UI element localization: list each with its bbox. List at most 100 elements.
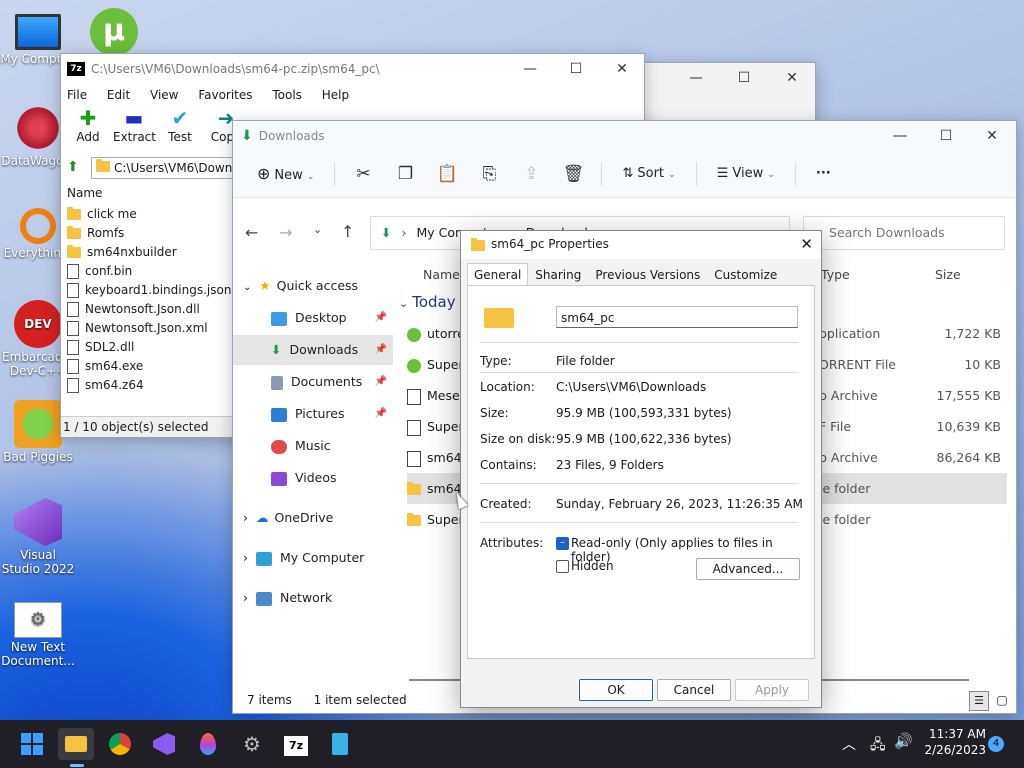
list-item[interactable]: Romfs <box>61 224 233 243</box>
minimize-icon[interactable]: — <box>877 121 923 151</box>
close-icon[interactable]: ✕ <box>599 54 645 84</box>
share-icon[interactable]: ⇪ <box>513 164 549 184</box>
sidebar-item-desktop[interactable]: Desktop 📌 <box>233 303 393 333</box>
menu-edit[interactable]: Edit <box>107 88 130 102</box>
ok-button[interactable]: OK <box>579 679 653 701</box>
apply-button[interactable]: Apply <box>735 679 809 701</box>
menu-tools[interactable]: Tools <box>272 88 302 102</box>
taskbar-7zip[interactable]: 7z <box>278 728 314 760</box>
pin-icon[interactable]: 📌 <box>375 367 387 397</box>
list-item[interactable]: Newtonsoft.Json.dll <box>61 300 233 319</box>
desktop-icon-visual-studio[interactable]: Visual Studio 2022 <box>0 498 76 576</box>
folder-name-input[interactable]: sm64_pc <box>556 306 798 328</box>
cut-icon[interactable]: ✂ <box>345 164 381 184</box>
show-hidden-icons[interactable]: ︿ <box>842 734 856 754</box>
sidebar-item-videos[interactable]: Videos <box>233 463 393 493</box>
delete-icon[interactable]: 🗑 <box>555 164 591 184</box>
details-view-icon[interactable]: ☰ <box>969 691 989 711</box>
close-icon[interactable]: ✕ <box>769 63 815 93</box>
list-item[interactable]: click me <box>61 205 233 224</box>
list-item[interactable]: sm64.exe <box>61 357 233 376</box>
up-folder-icon[interactable]: ⬆ <box>67 159 79 175</box>
tiles-view-icon[interactable]: ▢ <box>993 691 1011 709</box>
list-item[interactable]: sm64nxbuilder <box>61 243 233 262</box>
cancel-button[interactable]: Cancel <box>657 679 731 701</box>
maximize-icon[interactable]: ☐ <box>923 121 969 151</box>
start-button[interactable] <box>14 728 50 760</box>
sidebar-item-quick-access[interactable]: ⌄ ★ Quick access <box>233 271 393 301</box>
menu-file[interactable]: File <box>67 88 87 102</box>
copy-icon[interactable]: ❐ <box>387 164 423 184</box>
tab-general[interactable]: General <box>467 263 529 286</box>
up-icon[interactable]: ↑ <box>341 222 354 241</box>
test-button[interactable]: ✔ Test <box>159 106 201 144</box>
pin-icon[interactable]: 📌 <box>375 399 387 429</box>
notification-badge[interactable]: 4 <box>988 736 1004 752</box>
network-status-icon[interactable]: 🖧 <box>870 734 886 758</box>
readonly-checkbox[interactable]: – <box>556 537 569 550</box>
column-header-size[interactable]: Size <box>935 267 961 282</box>
column-header-type[interactable]: Type <box>821 267 850 282</box>
menu-view[interactable]: View <box>150 88 178 102</box>
address-bar[interactable]: ⬆ C:\Users\VM6\Downlo <box>65 157 243 179</box>
taskbar-visual-studio[interactable] <box>146 728 182 760</box>
minimize-icon[interactable]: — <box>673 63 719 93</box>
item-count: 7 items <box>247 693 292 707</box>
chevron-right-icon: › <box>243 550 248 565</box>
paste-icon[interactable]: 📋 <box>429 164 465 184</box>
taskbar-chrome[interactable] <box>102 728 138 760</box>
list-item[interactable]: conf.bin <box>61 262 233 281</box>
sort-button[interactable]: ⇅ Sort ⌄ <box>612 159 685 189</box>
properties-dialog[interactable]: sm64_pc Properties ✕ General Sharing Pre… <box>460 230 822 708</box>
new-button[interactable]: ⊕ New ⌄ <box>247 159 324 189</box>
tab-previous-versions[interactable]: Previous Versions <box>588 263 707 286</box>
view-button[interactable]: ☰ View ⌄ <box>707 159 785 189</box>
column-header-name[interactable]: Name <box>67 186 102 200</box>
list-item[interactable]: sm64.z64 <box>61 376 233 395</box>
sidebar-item-onedrive[interactable]: › ☁ OneDrive <box>233 503 393 533</box>
sidebar-item-documents[interactable]: Documents 📌 <box>233 367 393 397</box>
sidebar-item-pictures[interactable]: Pictures 📌 <box>233 399 393 429</box>
add-button[interactable]: ✚ Add <box>67 106 109 144</box>
utorrent-desktop-icon[interactable]: µ <box>90 8 138 56</box>
taskbar-file-explorer[interactable] <box>58 728 94 760</box>
folder-icon <box>407 482 421 495</box>
taskbar-notepad[interactable] <box>322 728 358 760</box>
maximize-icon[interactable]: ☐ <box>553 54 599 84</box>
close-icon[interactable]: ✕ <box>969 121 1015 151</box>
recent-locations-icon[interactable]: ⌄ <box>313 223 322 236</box>
pin-icon[interactable]: 📌 <box>375 303 387 333</box>
rename-icon[interactable]: ⎘ <box>471 164 507 184</box>
taskbar-settings[interactable]: ⚙ <box>234 728 270 760</box>
sidebar-item-downloads[interactable]: ⬇ Downloads 📌 <box>233 335 393 365</box>
sidebar-item-music[interactable]: Music <box>233 431 393 461</box>
more-options-button[interactable]: ··· <box>806 159 841 189</box>
list-item[interactable]: Newtonsoft.Json.xml <box>61 319 233 338</box>
advanced-button[interactable]: Advanced... <box>696 558 800 580</box>
sidebar-item-my-computer[interactable]: › My Computer <box>233 543 393 573</box>
forward-icon[interactable]: → <box>279 223 292 242</box>
sidebar-item-network[interactable]: › Network <box>233 583 393 613</box>
list-item[interactable]: SDL2.dll <box>61 338 233 357</box>
column-header-name[interactable]: Name <box>423 267 460 282</box>
hidden-checkbox[interactable] <box>556 560 569 573</box>
desktop-icon-new-text-document[interactable]: ⚙ New Text Document... <box>0 600 76 668</box>
minimize-icon[interactable]: — <box>507 54 553 84</box>
close-icon[interactable]: ✕ <box>800 235 813 253</box>
group-header-today[interactable]: ⌄ Today <box>399 293 456 311</box>
list-item[interactable]: keyboard1.bindings.json <box>61 281 233 300</box>
clock[interactable]: 11:37 AM 2/26/2023 <box>918 726 986 758</box>
music-icon <box>271 439 287 454</box>
extract-button[interactable]: ▬ Extract <box>113 106 156 144</box>
menu-favorites[interactable]: Favorites <box>198 88 252 102</box>
tab-sharing[interactable]: Sharing <box>528 263 588 286</box>
search-input[interactable]: ⌕Search Downloads <box>803 216 1005 250</box>
volume-icon[interactable]: 🔊 <box>894 732 913 750</box>
maximize-icon[interactable]: ☐ <box>721 63 767 93</box>
tab-customize[interactable]: Customize <box>707 263 784 286</box>
menu-help[interactable]: Help <box>322 88 349 102</box>
background-window[interactable]: — ☐ ✕ <box>642 62 816 124</box>
back-icon[interactable]: ← <box>245 223 258 242</box>
taskbar-paint-app[interactable] <box>190 728 226 760</box>
pin-icon[interactable]: 📌 <box>375 335 387 365</box>
